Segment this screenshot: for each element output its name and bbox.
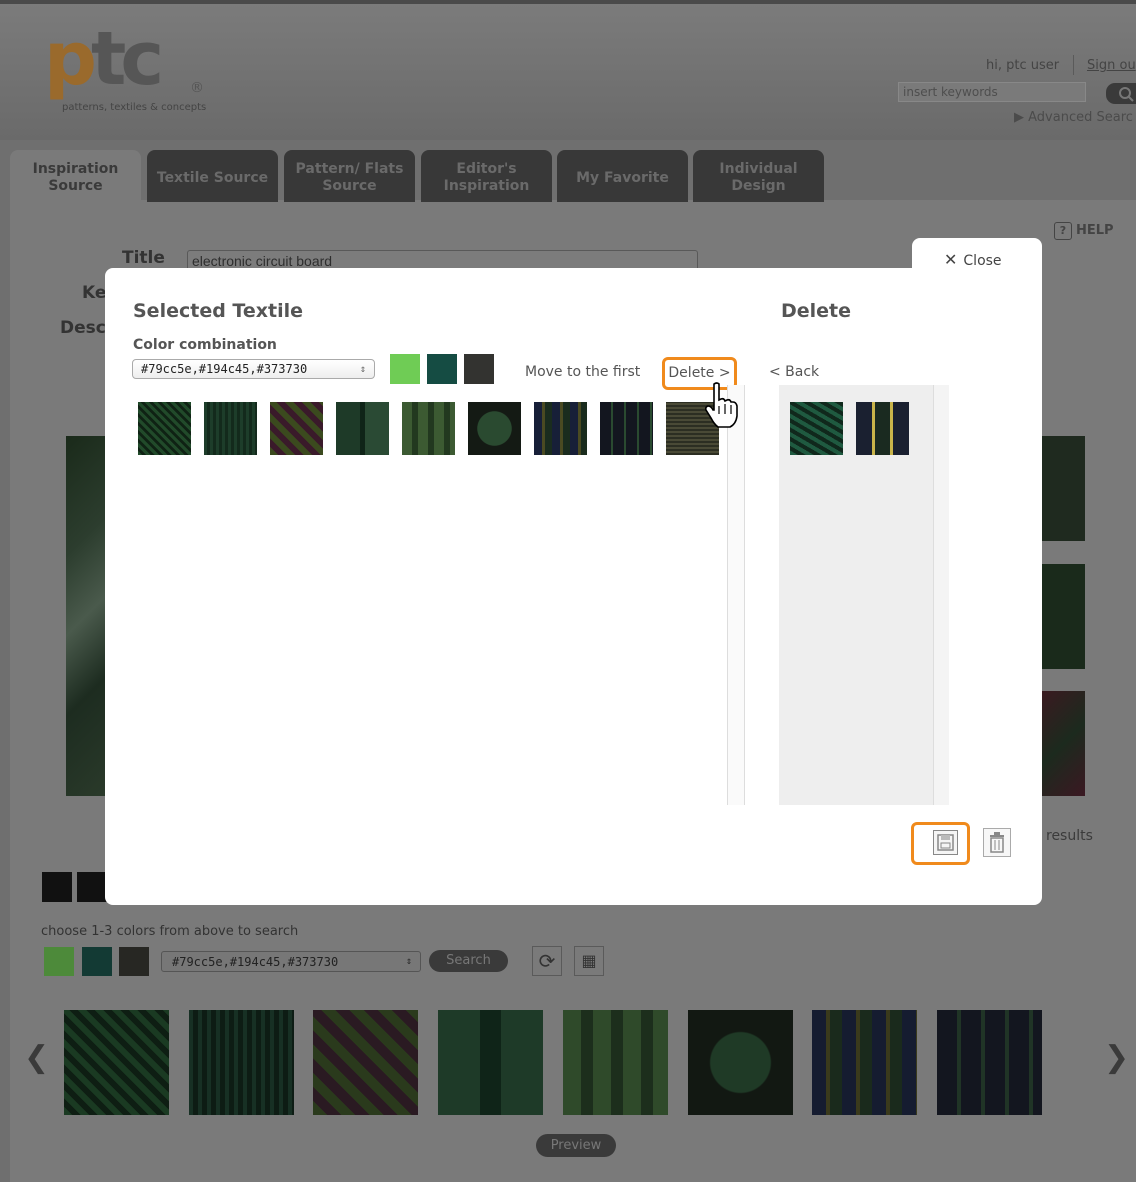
tab-my-favorite[interactable]: My Favorite	[557, 150, 688, 202]
search-icon	[1119, 87, 1134, 102]
back-button[interactable]: < Back	[769, 364, 819, 380]
selected-textile-title: Selected Textile	[133, 300, 303, 322]
selected-textile-thumbnail[interactable]	[336, 402, 389, 455]
close-icon: ✕	[944, 250, 958, 269]
title-label: Title	[122, 248, 165, 268]
tab-individual-design[interactable]: Individual Design	[693, 150, 824, 202]
keyword-search-input[interactable]: insert keywords	[898, 82, 1086, 102]
selected-textile-thumbnail[interactable]	[204, 402, 257, 455]
close-label: Close	[963, 253, 1002, 269]
description-label: Desc	[60, 318, 106, 338]
textile-thumbnail[interactable]	[313, 1010, 418, 1115]
logo[interactable]: ptc	[44, 22, 164, 96]
prev-arrow-icon[interactable]: ❮	[24, 1040, 49, 1075]
textile-thumbnail[interactable]	[189, 1010, 294, 1115]
tab-textile-source[interactable]: Textile Source	[147, 150, 278, 202]
search-colors-button[interactable]: Search	[429, 950, 508, 972]
trash-button[interactable]	[983, 828, 1011, 857]
refresh-icon: ⟳	[538, 949, 556, 973]
user-greeting: hi, ptc user	[986, 58, 1060, 73]
color-combination-select[interactable]: #79cc5e,#194c45,#373730 ⇕	[161, 951, 421, 972]
trash-icon	[990, 832, 1004, 853]
selected-textile-thumbnail[interactable]	[138, 402, 191, 455]
choose-colors-hint: choose 1-3 colors from above to search	[41, 924, 299, 939]
textile-thumbnail[interactable]	[937, 1010, 1042, 1115]
modal-color-swatch[interactable]	[427, 354, 457, 384]
help-icon: ?	[1054, 222, 1072, 240]
textile-thumbnail[interactable]	[812, 1010, 917, 1115]
select-arrow-icon: ⇕	[359, 364, 366, 375]
keywords-label: Ke	[82, 283, 107, 303]
selected-textile-thumbnail[interactable]	[600, 402, 653, 455]
results-label: results	[1046, 828, 1093, 844]
color-chip[interactable]	[42, 872, 72, 902]
search-color-swatch[interactable]	[44, 947, 74, 976]
save-icon	[933, 830, 958, 855]
delete-textile-thumbnail[interactable]	[790, 402, 843, 455]
select-arrow-icon: ⇕	[405, 956, 412, 967]
logo-tagline: patterns, textiles & concepts	[62, 102, 207, 113]
side-image[interactable]	[1042, 564, 1085, 669]
preview-button[interactable]: Preview	[536, 1134, 616, 1157]
tab-inspiration-source[interactable]: Inspiration Source	[10, 150, 141, 202]
selected-textile-thumbnail[interactable]	[402, 402, 455, 455]
inspiration-image[interactable]	[66, 436, 106, 796]
selected-textile-thumbnail[interactable]	[468, 402, 521, 455]
help-label: HELP	[1076, 223, 1114, 238]
search-button[interactable]	[1106, 83, 1136, 104]
modal-color-combination-value: #79cc5e,#194c45,#373730	[141, 362, 308, 376]
header-divider	[1073, 55, 1074, 75]
modal-color-combination-select[interactable]: #79cc5e,#194c45,#373730 ⇕	[132, 359, 375, 379]
modal-color-swatch[interactable]	[390, 354, 420, 384]
advanced-search-link[interactable]: ▶ Advanced Searc	[1014, 110, 1133, 125]
modal-color-swatch[interactable]	[464, 354, 494, 384]
site-header	[0, 0, 1136, 140]
delete-panel-title: Delete	[781, 300, 852, 322]
tab-editors-inspiration[interactable]: Editor's Inspiration	[421, 150, 552, 202]
color-combination-value: #79cc5e,#194c45,#373730	[172, 955, 339, 969]
search-color-swatch[interactable]	[119, 947, 149, 976]
delete-list-scrollbar[interactable]	[933, 385, 949, 805]
sign-out-link[interactable]: Sign ou	[1087, 58, 1136, 73]
textile-thumbnail[interactable]	[438, 1010, 543, 1115]
delete-textile-thumbnail[interactable]	[856, 402, 909, 455]
grid-icon: ▦	[581, 951, 597, 970]
color-combination-label: Color combination	[133, 337, 277, 353]
grid-view-button[interactable]: ▦	[574, 946, 604, 976]
textile-thumbnail[interactable]	[563, 1010, 668, 1115]
side-image[interactable]	[1042, 691, 1085, 796]
refresh-button[interactable]: ⟳	[532, 946, 562, 976]
textile-thumbnail[interactable]	[64, 1010, 169, 1115]
logo-registered-mark: ®	[190, 80, 204, 96]
color-chip[interactable]	[77, 872, 107, 902]
tab-pattern-flats-source[interactable]: Pattern/ Flats Source	[284, 150, 415, 202]
selected-list-scrollbar[interactable]	[727, 385, 745, 805]
move-to-first-button[interactable]: Move to the first	[525, 364, 640, 380]
close-button[interactable]: ✕ Close	[944, 250, 1002, 269]
selected-textile-thumbnail[interactable]	[534, 402, 587, 455]
hand-cursor-icon	[702, 380, 742, 434]
side-image[interactable]	[1042, 436, 1085, 541]
next-arrow-icon[interactable]: ❯	[1104, 1040, 1129, 1075]
help-link[interactable]: ? HELP	[1054, 222, 1114, 240]
selected-textile-thumbnail[interactable]	[270, 402, 323, 455]
textile-thumbnail[interactable]	[688, 1010, 793, 1115]
search-color-swatch[interactable]	[82, 947, 112, 976]
